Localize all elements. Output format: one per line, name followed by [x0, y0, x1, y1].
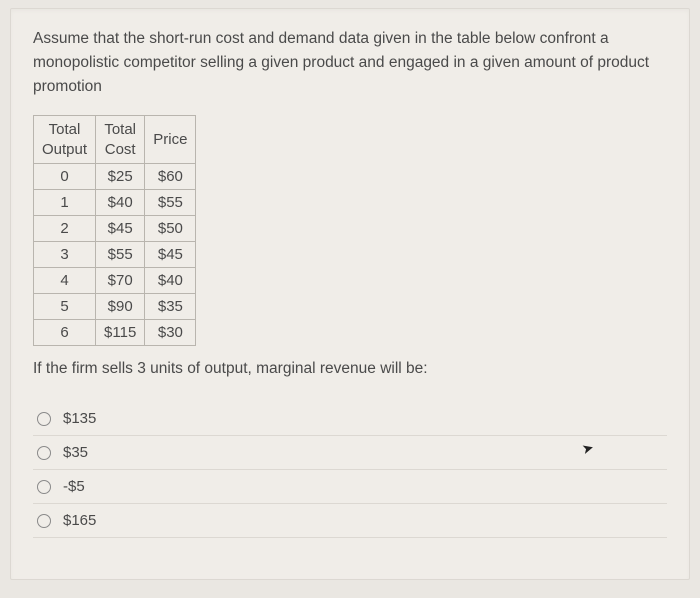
table-row: 0 $25 $60: [34, 164, 196, 190]
cell-cost: $45: [96, 216, 145, 242]
option-label: $165: [63, 512, 96, 529]
option-label: -$5: [63, 478, 85, 495]
radio-icon: [37, 412, 51, 426]
question-prompt: Assume that the short-run cost and deman…: [33, 27, 667, 99]
answer-option-3[interactable]: $165: [33, 504, 667, 538]
cell-output: 1: [34, 190, 96, 216]
table-row: 1 $40 $55: [34, 190, 196, 216]
table-row: 4 $70 $40: [34, 268, 196, 294]
cell-output: 5: [34, 294, 96, 320]
table-row: 2 $45 $50: [34, 216, 196, 242]
cell-output: 2: [34, 216, 96, 242]
answer-option-1[interactable]: $35: [33, 436, 667, 470]
header-total-output: TotalOutput: [34, 116, 96, 164]
radio-icon: [37, 480, 51, 494]
cell-output: 3: [34, 242, 96, 268]
cell-cost: $25: [96, 164, 145, 190]
answer-options: $135 $35 -$5 $165: [33, 402, 667, 538]
cell-cost: $40: [96, 190, 145, 216]
cell-output: 4: [34, 268, 96, 294]
cell-cost: $70: [96, 268, 145, 294]
table-row: 6 $115 $30: [34, 320, 196, 346]
cell-price: $30: [145, 320, 196, 346]
cell-price: $60: [145, 164, 196, 190]
cell-cost: $55: [96, 242, 145, 268]
cell-price: $55: [145, 190, 196, 216]
radio-icon: [37, 446, 51, 460]
option-label: $35: [63, 444, 88, 461]
radio-icon: [37, 514, 51, 528]
option-label: $135: [63, 410, 96, 427]
sub-question: If the firm sells 3 units of output, mar…: [33, 360, 667, 378]
cell-price: $40: [145, 268, 196, 294]
cell-cost: $115: [96, 320, 145, 346]
question-card: Assume that the short-run cost and deman…: [10, 8, 690, 580]
table-row: 3 $55 $45: [34, 242, 196, 268]
cell-price: $50: [145, 216, 196, 242]
cell-output: 6: [34, 320, 96, 346]
header-total-cost: TotalCost: [96, 116, 145, 164]
cell-output: 0: [34, 164, 96, 190]
cell-cost: $90: [96, 294, 145, 320]
header-price: Price: [145, 116, 196, 164]
cell-price: $45: [145, 242, 196, 268]
answer-option-2[interactable]: -$5: [33, 470, 667, 504]
table-row: 5 $90 $35: [34, 294, 196, 320]
cost-demand-table: TotalOutput TotalCost Price 0 $25 $60 1 …: [33, 115, 196, 346]
answer-option-0[interactable]: $135: [33, 402, 667, 436]
cell-price: $35: [145, 294, 196, 320]
